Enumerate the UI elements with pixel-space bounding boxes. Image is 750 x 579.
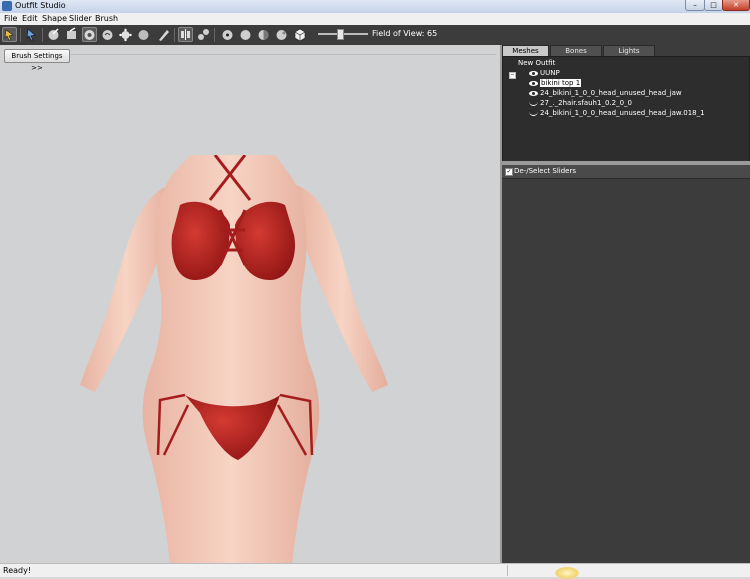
mesh-item[interactable]: 24_bikini_1_0_0_head_unused_head_jaw.018… [529, 109, 705, 119]
inflate-brush-icon[interactable] [156, 27, 171, 42]
lighting-icon[interactable] [256, 27, 271, 42]
status-bar: Ready! [0, 563, 750, 577]
slider-header: ✓ De-/Select Sliders [502, 165, 750, 179]
select-sliders-checkbox[interactable]: ✓ [505, 168, 513, 176]
menu-file[interactable]: File [4, 14, 17, 23]
torso [142, 155, 320, 563]
3d-model [80, 155, 388, 563]
maximize-button[interactable]: □ [704, 0, 723, 11]
toolbar-separator [214, 28, 215, 42]
cursor-highlight [555, 567, 579, 579]
unmask-brush-icon[interactable] [136, 27, 151, 42]
move-brush-icon[interactable] [82, 27, 97, 42]
cube-icon[interactable] [292, 27, 307, 42]
mesh-label: 24_bikini_1_0_0_head_unused_head_jaw [540, 89, 682, 97]
eye-closed-icon[interactable] [529, 111, 538, 116]
mesh-label: 24_bikini_1_0_0_head_unused_head_jaw.018… [540, 109, 705, 117]
vertex-icon[interactable] [220, 27, 235, 42]
mesh-label: bikini top 1 [540, 79, 582, 87]
menu-slider[interactable]: Slider [69, 14, 92, 23]
mask-brush-icon[interactable] [118, 27, 133, 42]
connected-icon[interactable] [196, 27, 211, 42]
mesh-item[interactable]: 27_._2hair.sfauh1_0.2_0_0 [529, 99, 632, 109]
toolbar-separator [42, 28, 43, 42]
menu-shape[interactable]: Shape [42, 14, 67, 23]
right-arm [296, 185, 388, 392]
mirror-x-icon[interactable] [178, 27, 193, 42]
status-divider [507, 565, 508, 576]
fov-slider-thumb[interactable] [337, 29, 344, 40]
fov-label: Field of View: 65 [372, 29, 438, 38]
standard-brush-icon[interactable] [46, 27, 61, 42]
menu-brush[interactable]: Brush [95, 14, 118, 23]
tree-root[interactable]: New Outfit [518, 59, 555, 69]
wireframe-icon[interactable] [238, 27, 253, 42]
slider-panel: ✓ De-/Select Sliders [502, 165, 750, 563]
deflate-brush-icon[interactable] [64, 27, 79, 42]
smooth-brush-icon[interactable] [100, 27, 115, 42]
mesh-tree: − New Outfit UUNP bikini top 1 24_bikini… [502, 56, 750, 162]
mesh-label: 27_._2hair.sfauh1_0.2_0_0 [540, 99, 632, 107]
menu-bar: File Edit Shape Slider Brush [0, 13, 750, 25]
mesh-item[interactable]: UUNP [529, 69, 560, 79]
brush-settings-divider [70, 54, 496, 55]
eye-icon[interactable] [529, 80, 538, 86]
app-icon [2, 1, 12, 11]
close-button[interactable]: ✕ [722, 0, 750, 11]
toolbar-separator [174, 28, 175, 42]
mesh-item[interactable]: 24_bikini_1_0_0_head_unused_head_jaw [529, 89, 682, 99]
minimize-button[interactable]: – [685, 0, 705, 11]
collapse-toggle[interactable]: − [509, 72, 516, 79]
select-tool-icon[interactable] [2, 27, 17, 42]
status-text: Ready! [3, 566, 32, 575]
3d-viewport[interactable]: Brush Settings >> [0, 45, 500, 563]
select-sliders-label: De-/Select Sliders [514, 167, 577, 175]
texture-icon[interactable] [274, 27, 289, 42]
toolbar-separator [20, 28, 21, 42]
window-title: Outfit Studio [15, 1, 66, 10]
eye-closed-icon[interactable] [529, 101, 538, 106]
eye-icon[interactable] [529, 90, 538, 96]
outfit-panel: Meshes Bones Lights − New Outfit UUNP bi… [502, 45, 750, 162]
brush-settings-button[interactable]: Brush Settings >> [4, 49, 70, 72]
transform-tool-icon[interactable] [24, 27, 39, 42]
mesh-label: UUNP [540, 69, 560, 77]
eye-icon[interactable] [529, 70, 538, 76]
title-bar: Outfit Studio – □ ✕ [0, 0, 750, 13]
mesh-item-selected[interactable]: bikini top 1 [529, 79, 582, 89]
menu-edit[interactable]: Edit [22, 14, 38, 23]
